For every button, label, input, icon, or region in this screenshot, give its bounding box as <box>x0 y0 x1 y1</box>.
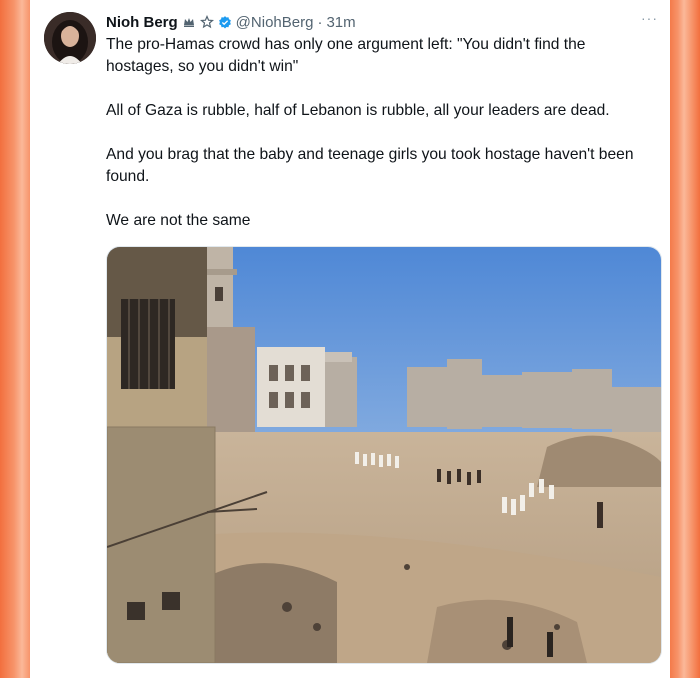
crown-icon <box>182 15 196 29</box>
post-timestamp[interactable]: 31m <box>326 14 355 31</box>
user-handle[interactable]: @NiohBerg <box>236 14 314 31</box>
tweet-card[interactable]: Nioh Berg @NiohBerg · 31m ··· The pro-Ha… <box>30 0 670 678</box>
tweet-paragraph: All of Gaza is rubble, half of Lebanon i… <box>106 102 610 119</box>
star-icon <box>199 15 214 29</box>
more-options-icon[interactable]: ··· <box>641 10 658 26</box>
tweet-paragraph: And you brag that the baby and teenage g… <box>106 146 638 185</box>
tweet-header: Nioh Berg @NiohBerg · 31m <box>106 12 356 32</box>
tweet-paragraph: We are not the same <box>106 212 251 229</box>
tweet-paragraph: The pro-Hamas crowd has only one argumen… <box>106 36 590 75</box>
avatar[interactable] <box>44 12 96 64</box>
separator-dot: · <box>317 13 323 31</box>
verified-badge-icon <box>218 15 232 29</box>
display-name[interactable]: Nioh Berg <box>106 14 178 31</box>
tweet-text: The pro-Hamas crowd has only one argumen… <box>106 34 654 254</box>
screenshot-frame-right <box>670 0 700 678</box>
tweet-photo[interactable] <box>106 246 662 664</box>
